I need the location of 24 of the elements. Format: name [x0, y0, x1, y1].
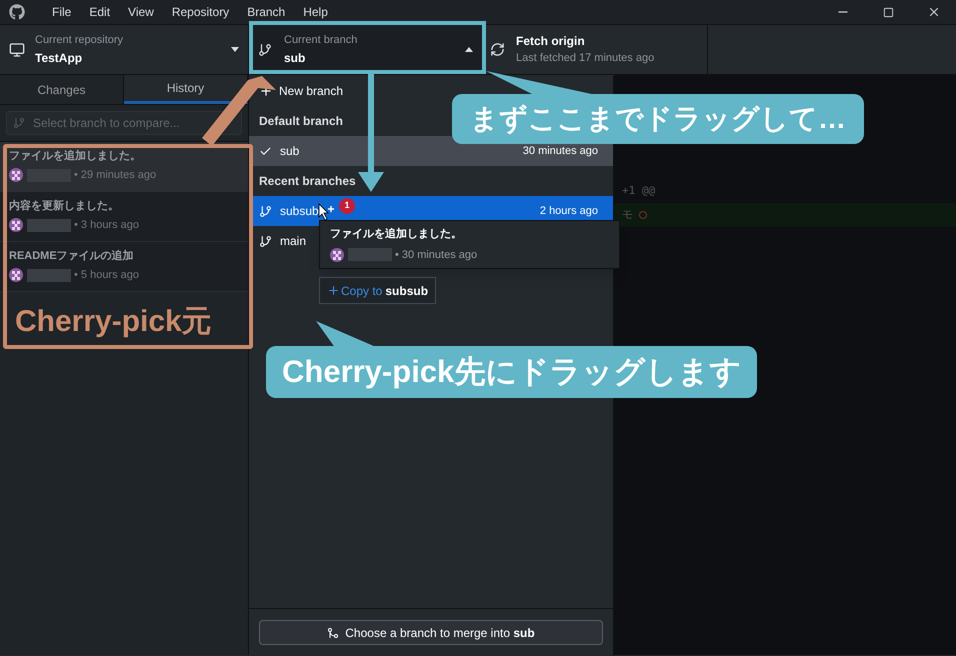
repository-name: TestApp [35, 50, 84, 67]
branch-time: 2 hours ago [540, 204, 598, 219]
annotation-label: Cherry-pick元 [14, 304, 213, 340]
commit-title: ファイルを追加しました。 [9, 150, 142, 163]
diff-line: +1 @@ [622, 182, 656, 199]
fetch-label: Fetch origin [516, 33, 586, 50]
commit-time: • 30 minutes ago [395, 248, 478, 262]
commit-title: ファイルを追加しました。 [330, 226, 463, 242]
commit-time: • 3 hours ago [74, 218, 140, 233]
branch-name: subsub [280, 203, 319, 220]
branch-time: 30 minutes ago [522, 144, 598, 159]
fetch-detail: Last fetched 17 minutes ago [516, 51, 654, 66]
repository-label: Current repository [35, 33, 124, 48]
commit-time: • 5 hours ago [74, 268, 140, 283]
section-heading: Recent branches [259, 173, 356, 190]
commit-title: READMEファイルの追加 [9, 250, 135, 263]
diff-line: モ [622, 206, 633, 223]
commit-title: 内容を更新しました。 [9, 200, 120, 213]
branch-name: main [280, 233, 306, 250]
commit-time: • 29 minutes ago [74, 168, 156, 183]
branch-label: Current branch [284, 33, 358, 48]
branch-name: sub [284, 50, 306, 67]
branch-name: sub [280, 143, 300, 160]
section-heading: Default branch [259, 113, 344, 130]
